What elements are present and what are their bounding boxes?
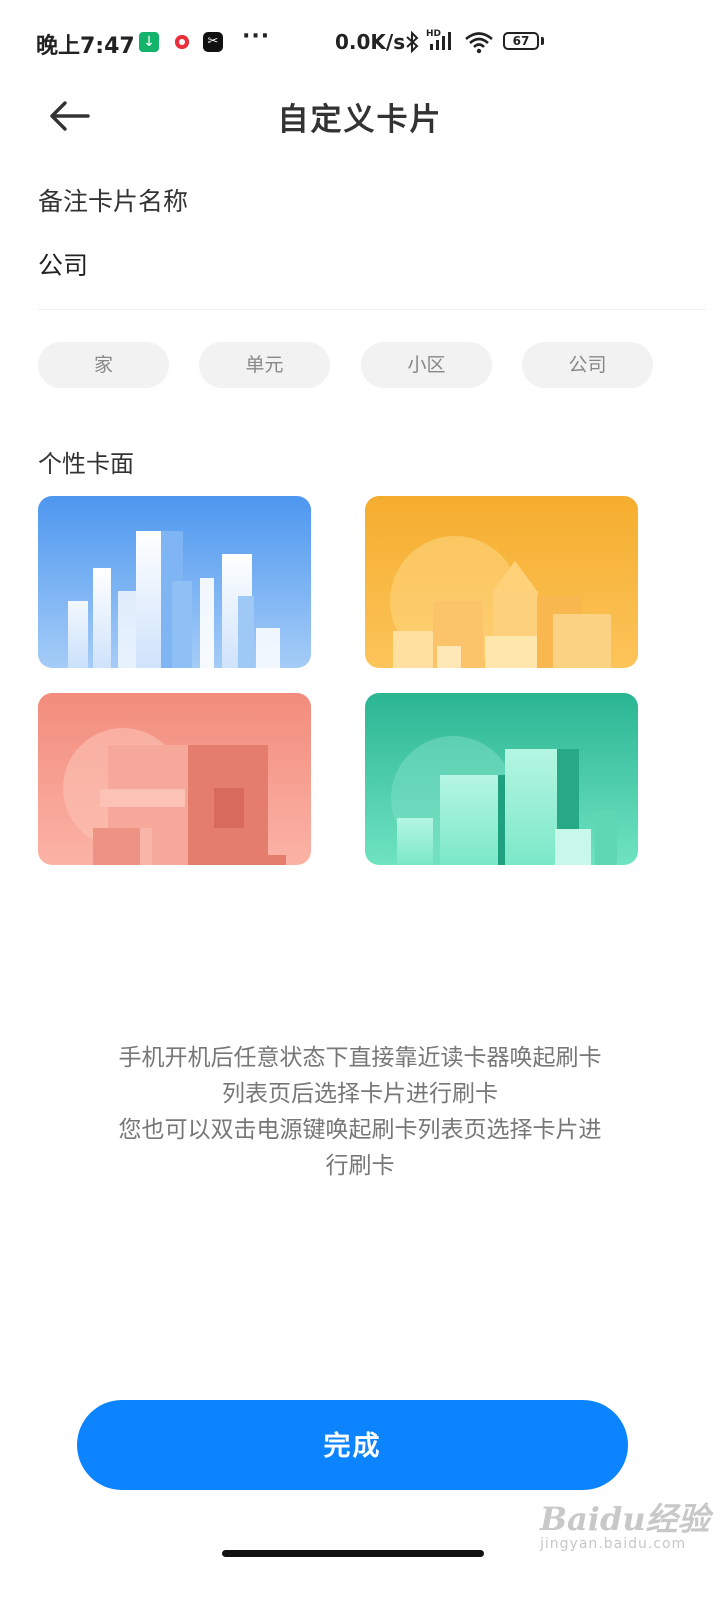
network-speed: 0.0K/s: [335, 30, 406, 54]
usage-hint: 手机开机后任意状态下直接靠近读卡器唤起刷卡 列表页后选择卡片进行刷卡 您也可以双…: [40, 1040, 680, 1184]
battery-icon: 67: [503, 32, 539, 50]
hint-line-2: 列表页后选择卡片进行刷卡: [222, 1081, 498, 1107]
hint-line-3: 您也可以双击电源键唤起刷卡列表页选择卡片进: [118, 1117, 602, 1143]
card-face-coral[interactable]: [38, 693, 311, 865]
status-bar: 晚上7:47 ↓ ✂ ··· 0.0K/s HD 67: [0, 0, 720, 84]
chip-unit[interactable]: 单元: [199, 342, 330, 388]
watermark-logo: Baidu经验: [540, 1500, 710, 1538]
signal-icon: HD: [426, 28, 458, 56]
more-notifications-icon: ···: [242, 24, 271, 49]
download-app-icon: ↓: [139, 32, 159, 52]
watermark-url: jingyan.baidu.com: [540, 1536, 687, 1552]
record-app-icon: [172, 32, 192, 52]
done-button[interactable]: 完成: [77, 1400, 628, 1490]
hint-line-1: 手机开机后任意状态下直接靠近读卡器唤起刷卡: [118, 1045, 602, 1071]
watermark: Baidu经验 jingyan.baidu.com: [540, 1494, 710, 1552]
card-name-label: 备注卡片名称: [38, 187, 189, 216]
battery-tip: [541, 37, 544, 45]
home-indicator[interactable]: [222, 1550, 484, 1557]
card-face-green[interactable]: [365, 693, 638, 865]
status-time: 晚上7:47: [36, 34, 135, 59]
wifi-icon: [464, 30, 494, 58]
signal-hd-label: HD: [426, 29, 441, 39]
bluetooth-icon: [404, 30, 420, 59]
chip-community[interactable]: 小区: [361, 342, 492, 388]
chip-home[interactable]: 家: [38, 342, 169, 388]
card-face-blue[interactable]: [38, 496, 311, 668]
page-title: 自定义卡片: [277, 102, 443, 138]
hint-line-4: 行刷卡: [325, 1153, 395, 1179]
chip-company[interactable]: 公司: [522, 342, 653, 388]
card-face-title: 个性卡面: [38, 450, 134, 478]
card-name-input[interactable]: [38, 240, 706, 310]
capcut-app-icon: ✂: [203, 32, 223, 52]
card-face-yellow[interactable]: [365, 496, 638, 668]
